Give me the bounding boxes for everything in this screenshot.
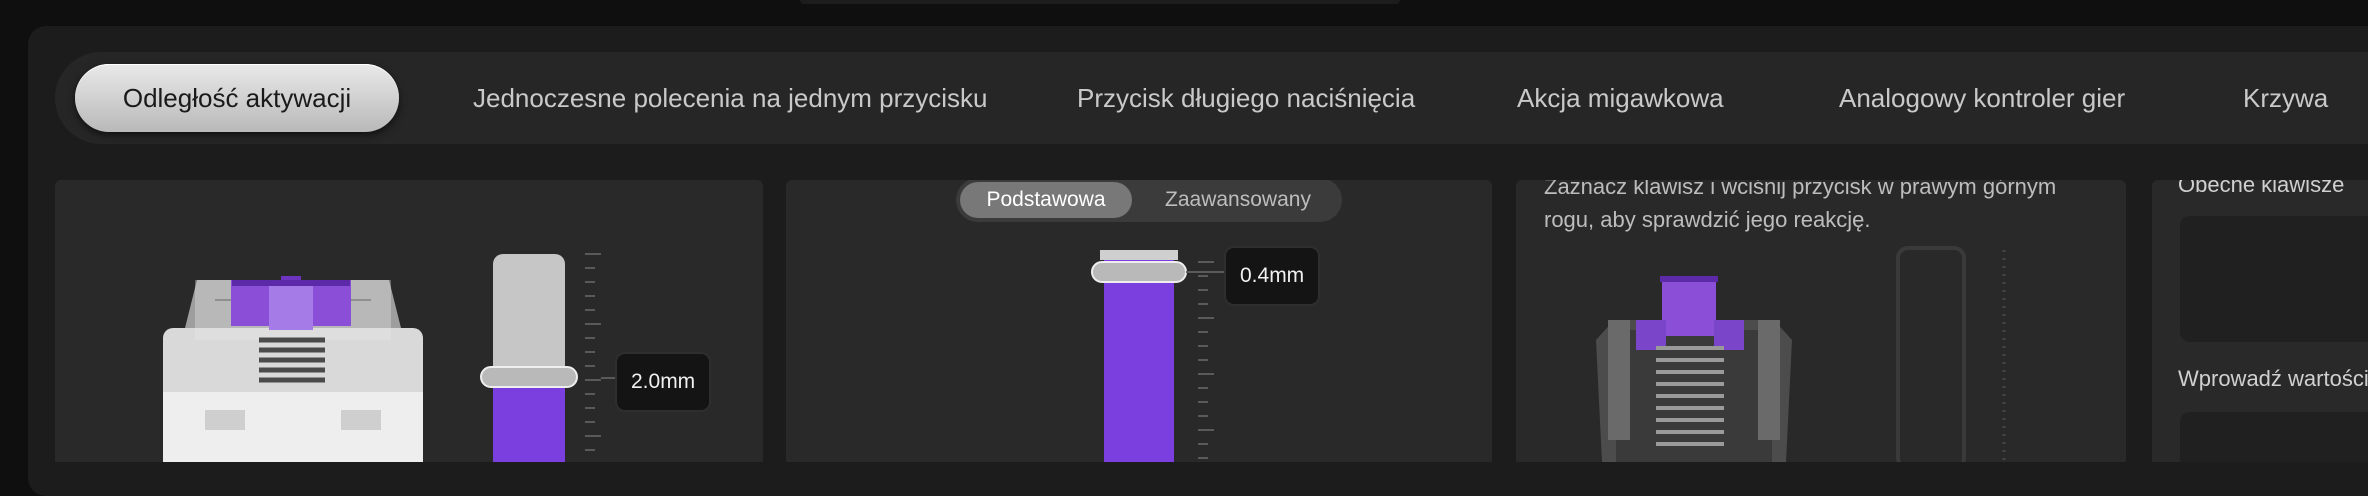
- actuation-value-badge: 2.0mm: [615, 352, 712, 412]
- enter-value-input[interactable]: [2180, 412, 2368, 462]
- rapid-trigger-ruler: [1186, 261, 1226, 459]
- tab-snap-tap[interactable]: Akcja migawkowa: [1517, 64, 1724, 132]
- enter-value-label: Wprowadź wartości: [2178, 366, 2368, 391]
- key-test-card: Zaznacz klawisz i wciśnij przycisk w pra…: [1516, 180, 2126, 462]
- tab-analog-controller[interactable]: Analogowy kontroler gier: [1839, 64, 2125, 132]
- switch-housing-dark: [1596, 320, 1792, 462]
- rapid-trigger-value-badge: 0.4mm: [1224, 246, 1321, 306]
- tab-actuation-distance[interactable]: Odległość aktywacji: [75, 64, 399, 132]
- switch-illustration: [163, 253, 615, 462]
- actuation-slider-track[interactable]: [493, 254, 565, 462]
- rapid-trigger-slider-thumb[interactable]: [1091, 261, 1187, 283]
- tab-multi-command[interactable]: Jednoczesne polecenia na jednym przycisk…: [473, 64, 988, 132]
- rapid-trigger-card: Podstawowa Zaawansowany 0.4mm: [786, 180, 1492, 462]
- actuation-ruler: [585, 253, 615, 451]
- rapid-trigger-graphic: [1091, 250, 1226, 462]
- switch-stem: [231, 276, 351, 330]
- side-panel: Obecne klawisze Wprowadź wartości: [2152, 180, 2368, 462]
- actuation-card: 2.0mm: [55, 180, 763, 462]
- tab-curve[interactable]: Krzywa: [2243, 64, 2328, 132]
- key-test-meter: [1896, 246, 2006, 462]
- current-keys-box: [2180, 216, 2368, 342]
- feature-tab-bar: Odległość aktywacji Jednoczesne poleceni…: [55, 52, 2368, 144]
- current-keys-label: Obecne klawisze: [2178, 180, 2345, 197]
- actuation-slider-thumb[interactable]: [480, 366, 578, 388]
- window-top-edge: [800, 0, 1400, 4]
- tab-long-press[interactable]: Przycisk długiego naciśnięcia: [1077, 64, 1415, 132]
- switch-cross-section: [1596, 246, 2006, 462]
